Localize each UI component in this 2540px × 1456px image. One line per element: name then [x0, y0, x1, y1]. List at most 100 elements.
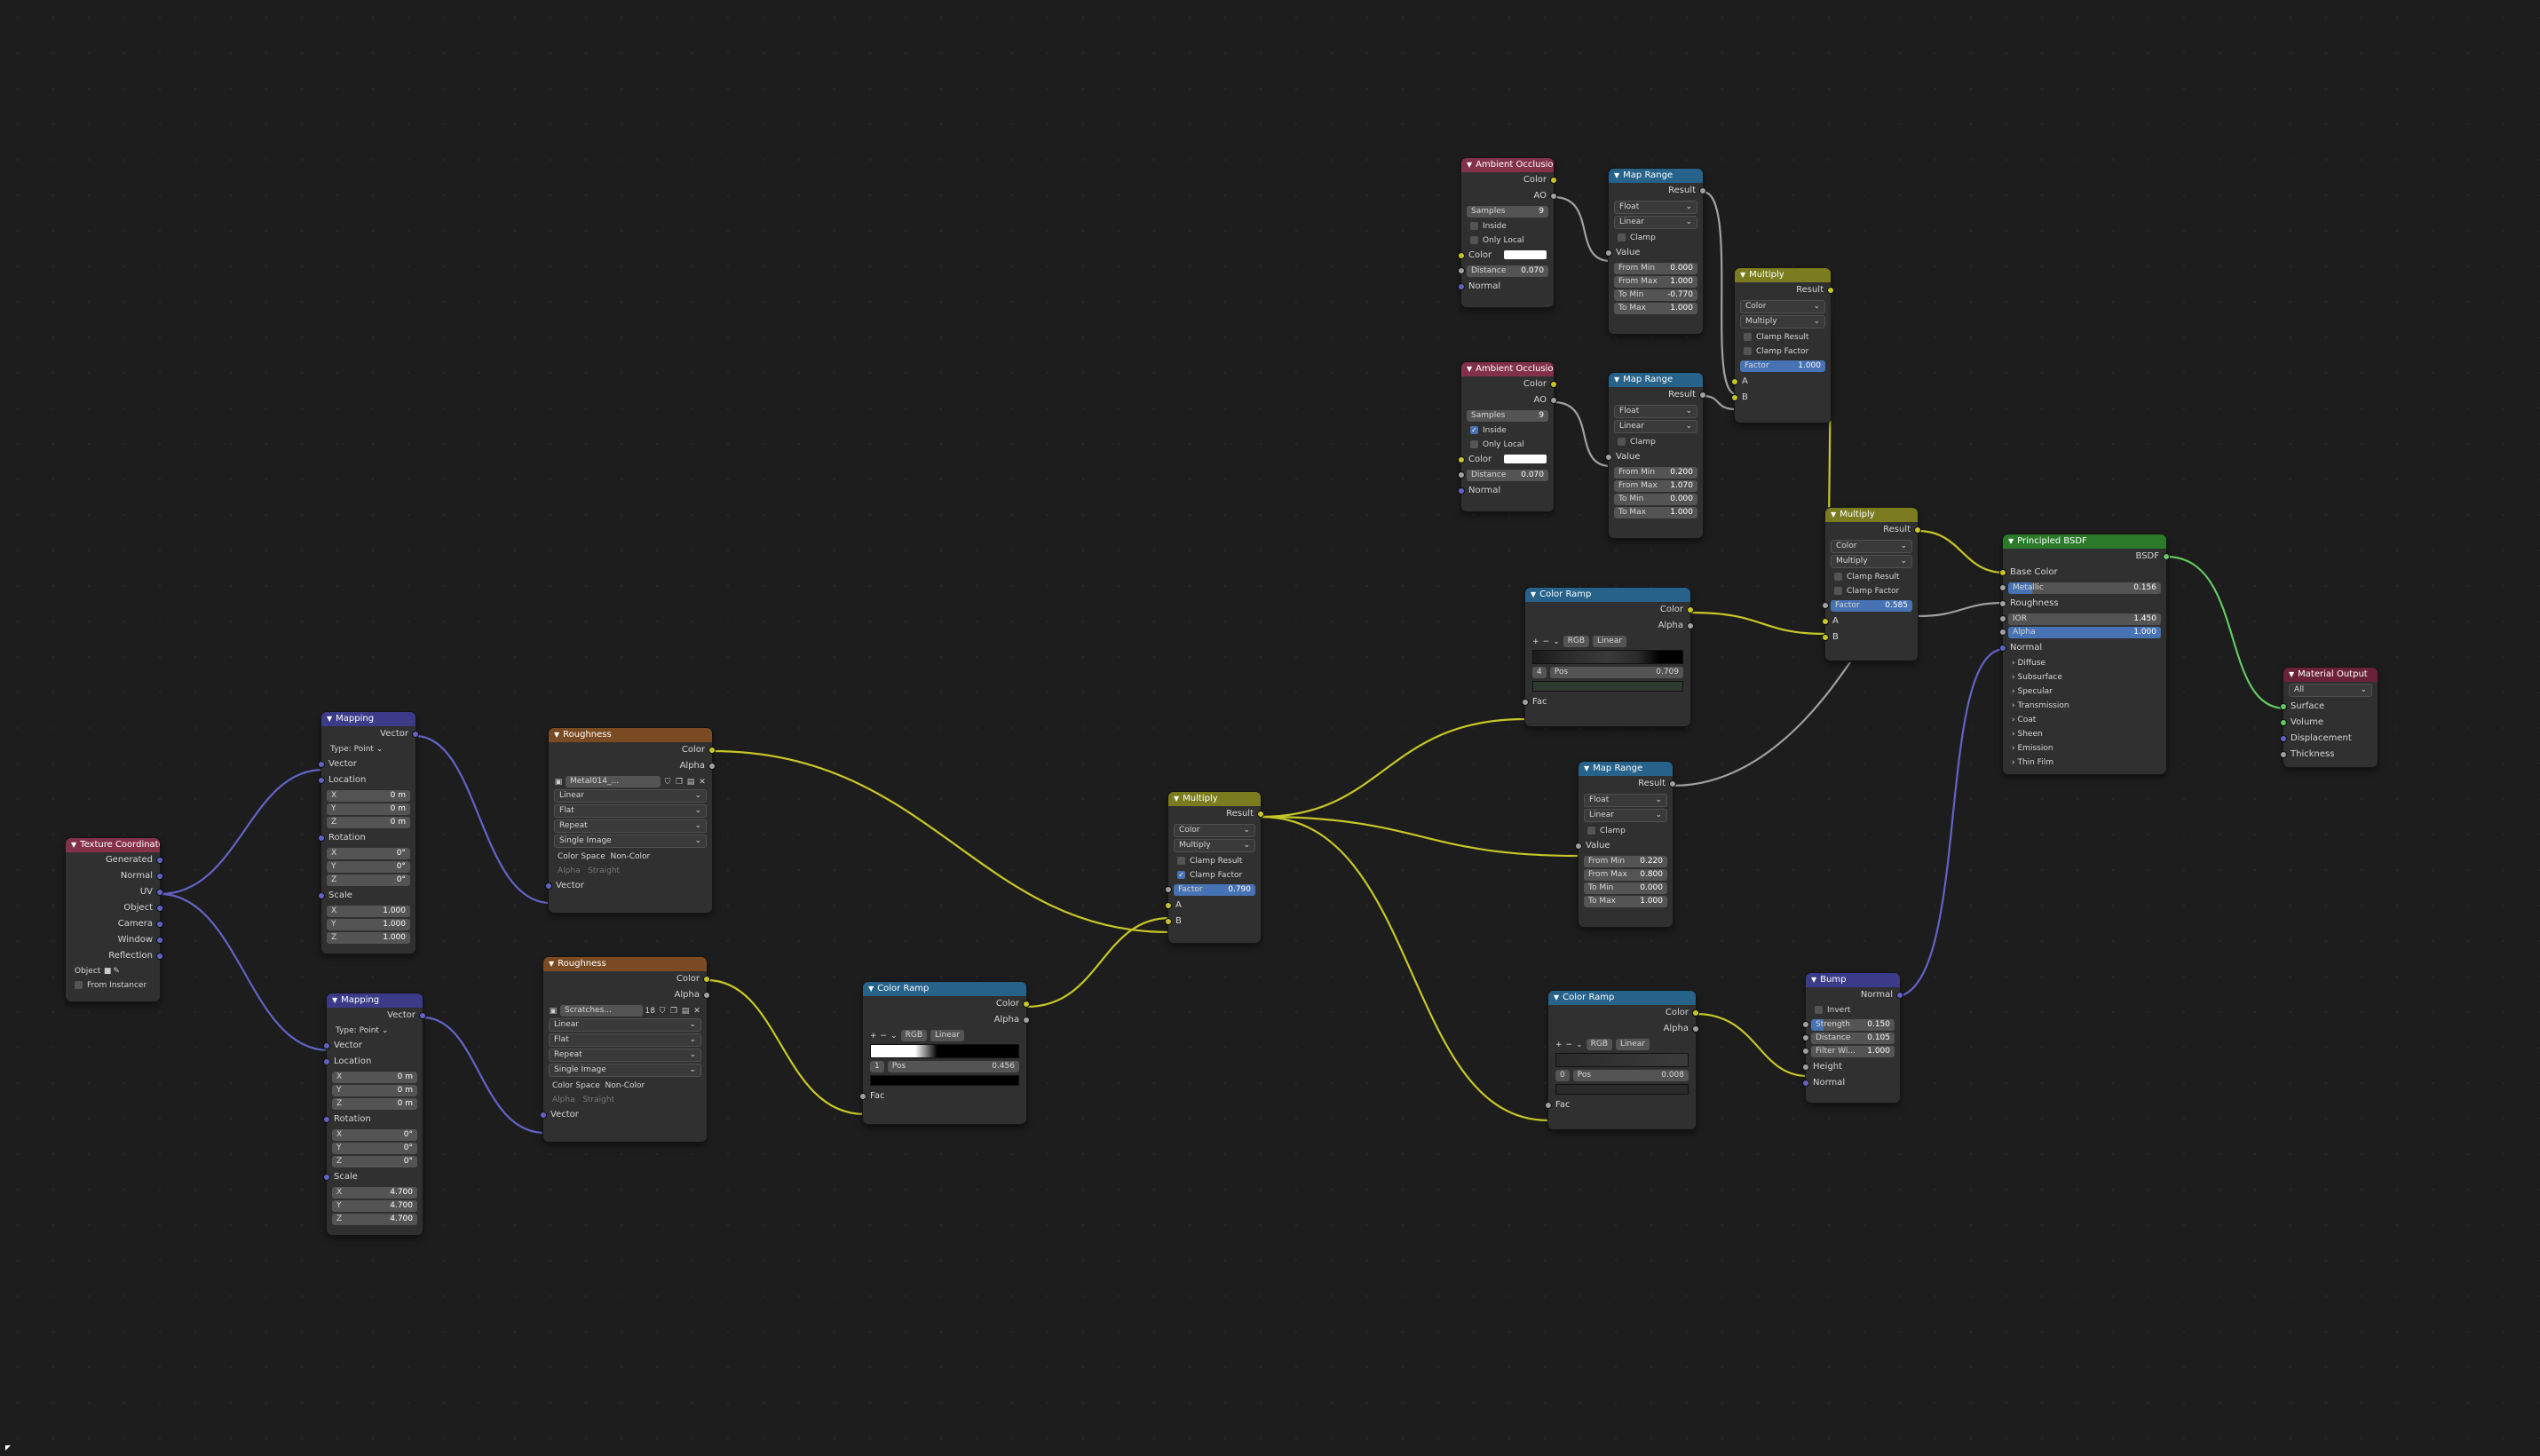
type-dropdown[interactable]: Point	[354, 745, 374, 754]
user-count[interactable]: 18	[645, 1007, 655, 1016]
socket-shader-icon[interactable]	[2280, 703, 2287, 710]
color-ramp-gradient[interactable]	[870, 1044, 1019, 1058]
socket-color-icon[interactable]	[1827, 287, 1834, 294]
checkbox-box[interactable]	[1834, 587, 1842, 595]
chevron-down-icon[interactable]: ⌄	[890, 1032, 898, 1041]
socket-vector-icon[interactable]	[545, 882, 552, 890]
node-color-ramp-1[interactable]: ▼ Color Ramp Color Alpha + − ⌄ RGB Linear 1 Po…	[859, 982, 1030, 1124]
node-header[interactable]: ▼ Multiply	[1735, 268, 1831, 282]
node-mapping-1[interactable]: ▼ Mapping Vector Type: Point ⌄ Vector Loc…	[318, 712, 419, 954]
projection-dropdown[interactable]: Flat ⌄	[549, 1033, 701, 1047]
location-x[interactable]: X 0 m	[327, 790, 410, 802]
node-multiply-2[interactable]: ▼ Multiply Result Color ⌄ Multiply ⌄ Clamp …	[1731, 268, 1834, 423]
interpolation-dropdown[interactable]: Linear	[930, 1030, 965, 1041]
interpolation-dropdown[interactable]: Linear ⌄	[549, 1018, 701, 1032]
color-mode-dropdown[interactable]: RGB	[900, 1030, 928, 1041]
panel-specular[interactable]: › Specular	[2003, 684, 2166, 699]
chevron-down-icon[interactable]: ▼	[71, 838, 76, 852]
socket-float-icon[interactable]	[1669, 780, 1676, 787]
socket-float-icon[interactable]	[1822, 602, 1829, 609]
stop-index-field[interactable]: 0	[1555, 1070, 1570, 1081]
socket-vector-icon[interactable]	[156, 921, 163, 928]
checkbox-box[interactable]	[1587, 827, 1595, 835]
socket-vector-icon[interactable]	[318, 892, 325, 899]
socket-float-icon[interactable]	[1023, 1017, 1030, 1024]
socket-vector-icon[interactable]	[156, 905, 163, 912]
chevron-down-icon[interactable]: ⌄	[1553, 637, 1560, 646]
socket-color-icon[interactable]	[703, 976, 710, 983]
checkbox-box[interactable]	[1618, 233, 1626, 241]
interpolation-dropdown[interactable]: Linear ⌄	[1614, 420, 1697, 433]
socket-vector-icon[interactable]	[323, 1174, 330, 1181]
clamp-factor-checkbox[interactable]: Clamp Factor	[1825, 584, 1918, 598]
clamp-result-checkbox[interactable]: Clamp Result	[1168, 854, 1261, 868]
type-field[interactable]: Type: Point ⌄	[327, 1024, 423, 1038]
node-header[interactable]: ▼ Color Ramp	[1548, 991, 1696, 1005]
chevron-down-icon[interactable]: ▼	[332, 993, 337, 1008]
rotation-x[interactable]: X 0°	[332, 1129, 417, 1141]
color-mode-dropdown[interactable]: RGB	[1586, 1039, 1613, 1050]
node-header[interactable]: ▼ Color Ramp	[1525, 588, 1690, 602]
socket-shader-icon[interactable]	[2163, 553, 2170, 560]
location-y[interactable]: Y 0 m	[332, 1085, 417, 1096]
from-max-field[interactable]: From Max 1.000	[1614, 276, 1697, 288]
node-principled-bsdf[interactable]: ▼ Principled BSDF BSDF Base Color Metalli…	[1999, 534, 2170, 774]
color-space-dropdown[interactable]: Non-Color	[605, 1081, 645, 1090]
socket-float-icon[interactable]	[1999, 615, 2006, 622]
rotation-z[interactable]: Z 0°	[327, 874, 410, 886]
socket-float-icon[interactable]	[1687, 622, 1694, 629]
socket-color-icon[interactable]	[1687, 606, 1694, 613]
scale-z[interactable]: Z 1.000	[327, 932, 410, 944]
socket-shader-icon[interactable]	[2280, 719, 2287, 726]
eyedropper-icon[interactable]: ✎	[112, 964, 121, 978]
data-type-dropdown[interactable]: Color ⌄	[1174, 824, 1255, 837]
node-header[interactable]: ▼ Multiply	[1825, 508, 1918, 522]
extension-dropdown[interactable]: Repeat ⌄	[549, 1048, 701, 1062]
socket-float-icon[interactable]	[2280, 751, 2287, 758]
socket-vector-icon[interactable]	[318, 761, 325, 768]
socket-color-icon[interactable]	[1550, 177, 1557, 184]
node-header[interactable]: ▼ Texture Coordinate	[66, 838, 160, 852]
image-name-field[interactable]: Scratches...	[560, 1005, 643, 1017]
location-y[interactable]: Y 0 m	[327, 803, 410, 815]
node-header[interactable]: ▼ Map Range	[1579, 762, 1673, 776]
socket-color-icon[interactable]	[708, 747, 716, 754]
socket-vector-icon[interactable]	[318, 835, 325, 842]
panel-diffuse[interactable]: › Diffuse	[2003, 656, 2166, 670]
open-folder-icon[interactable]: ▤	[681, 1007, 690, 1016]
socket-vector-icon[interactable]	[1458, 487, 1465, 495]
stop-position-field[interactable]: Pos 0.008	[1572, 1070, 1689, 1081]
data-type-dropdown[interactable]: Color ⌄	[1740, 300, 1825, 313]
node-map-range-2[interactable]: ▼ Map Range Result Float ⌄ Linear ⌄ Clamp V…	[1605, 373, 1706, 538]
chevron-down-icon[interactable]: ▼	[327, 712, 332, 726]
ior-field[interactable]: IOR 1.450	[1999, 613, 2161, 625]
samples-field[interactable]: Samples 9	[1467, 206, 1548, 218]
color-ramp-gradient[interactable]	[1532, 650, 1683, 664]
node-header[interactable]: ▼ Material Output	[2283, 668, 2378, 682]
scale-y[interactable]: Y 4.700	[332, 1200, 417, 1212]
socket-float-icon[interactable]	[1802, 1064, 1809, 1071]
socket-float-icon[interactable]	[1458, 471, 1465, 479]
checkbox-box[interactable]	[1177, 857, 1185, 865]
clamp-result-checkbox[interactable]: Clamp Result	[1735, 330, 1831, 344]
socket-color-icon[interactable]	[1023, 1001, 1030, 1008]
chevron-down-icon[interactable]: ▼	[1467, 362, 1472, 376]
rotation-z[interactable]: Z 0°	[332, 1156, 417, 1167]
interpolation-dropdown[interactable]: Linear ⌄	[1584, 809, 1667, 822]
location-z[interactable]: Z 0 m	[332, 1098, 417, 1110]
color-swatch[interactable]	[1504, 455, 1547, 463]
socket-float-icon[interactable]	[1550, 397, 1557, 404]
from-max-field[interactable]: From Max 0.800	[1584, 869, 1667, 881]
close-icon[interactable]: ✕	[692, 1007, 701, 1016]
checkbox-box[interactable]	[75, 981, 83, 989]
socket-vector-icon[interactable]	[1458, 283, 1465, 290]
socket-vector-icon[interactable]	[323, 1116, 330, 1123]
checkbox-box[interactable]	[1470, 236, 1478, 244]
fake-user-shield-icon[interactable]: ⛉	[663, 778, 672, 787]
socket-vector-icon[interactable]	[156, 937, 163, 944]
node-material-output[interactable]: ▼ Material Output All ⌄ Surface Volume Dis…	[2280, 668, 2378, 767]
socket-vector-icon[interactable]	[323, 1058, 330, 1065]
object-field[interactable]: Object ■ ✎	[66, 964, 160, 978]
socket-vector-icon[interactable]	[318, 777, 325, 784]
to-max-field[interactable]: To Max 1.000	[1584, 896, 1667, 907]
